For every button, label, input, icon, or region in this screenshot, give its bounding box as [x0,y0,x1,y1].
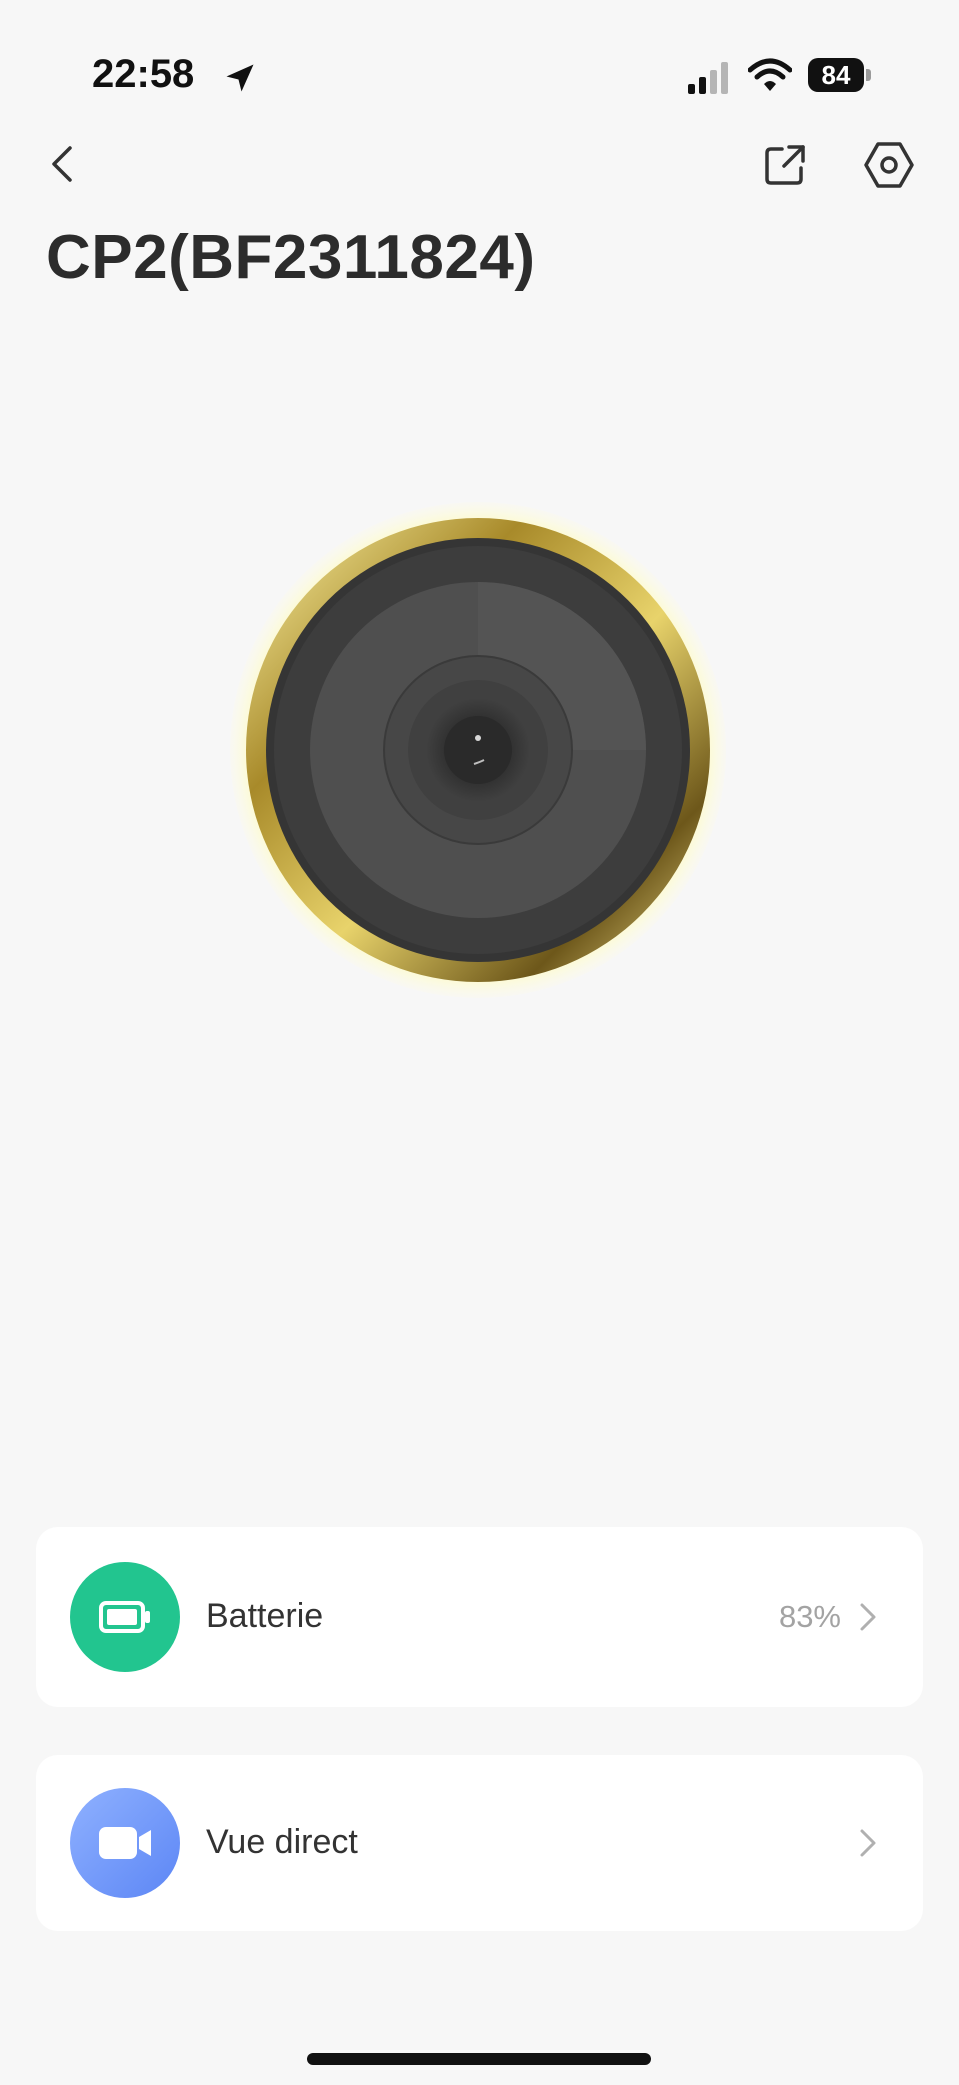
status-bar: 22:58 84 [0,0,959,150]
share-button[interactable] [760,140,810,190]
battery-row[interactable]: Batterie 83% [36,1527,923,1707]
status-time: 22:58 [92,52,195,96]
chevron-right-icon [860,1603,876,1631]
battery-icon-badge [70,1562,180,1672]
cellular-signal-icon [688,62,728,94]
share-external-icon [765,145,805,185]
battery-level: 84 [808,58,864,92]
video-camera-icon [99,1827,151,1859]
home-indicator[interactable] [307,2053,651,2065]
chevron-right-icon [860,1829,876,1857]
battery-label: Batterie [206,1597,324,1635]
back-button[interactable] [42,140,84,188]
live-view-label: Vue direct [206,1823,358,1861]
wifi-icon [748,58,792,91]
battery-value: 83% [778,1599,841,1634]
page-title: CP2(BF2311824) [46,223,536,292]
settings-button[interactable] [862,138,916,192]
chevron-left-icon [52,146,72,182]
battery-icon [99,1601,150,1633]
door-viewer-camera-image [230,502,726,998]
live-view-row[interactable]: Vue direct [36,1755,923,1931]
hexagon-gear-icon [864,142,914,188]
location-arrow-icon [226,64,254,92]
battery-icon: 84 [808,58,872,92]
video-icon-badge [70,1788,180,1898]
